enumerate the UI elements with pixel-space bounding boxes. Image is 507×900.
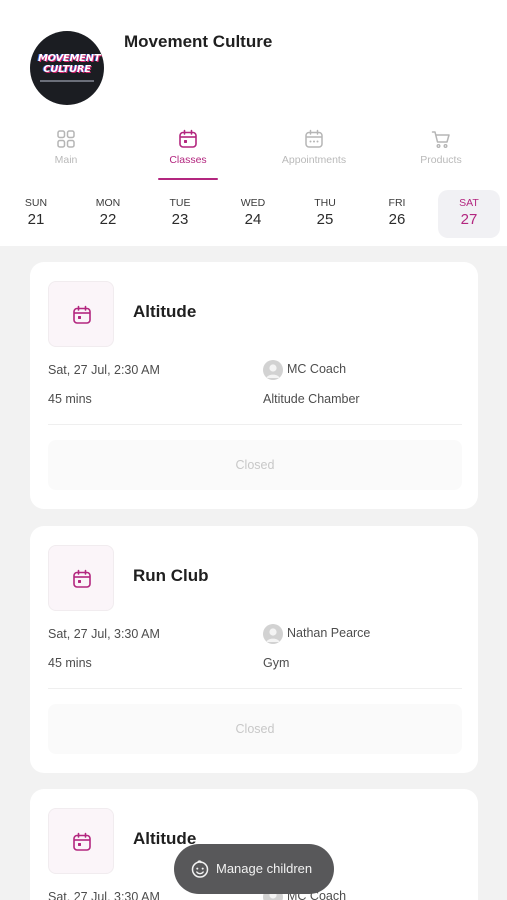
coach-name: Nathan Pearce [287, 626, 371, 640]
tab-main-label: Main [54, 154, 78, 166]
calendar-icon [73, 832, 91, 851]
class-duration: 45 mins [48, 656, 92, 670]
child-face-icon [191, 860, 209, 878]
manage-children-label: Manage children [216, 861, 313, 876]
class-icon-tile [48, 545, 114, 611]
day-mon[interactable]: MON 22 [77, 190, 139, 238]
day-sun[interactable]: SUN 21 [5, 190, 67, 238]
tab-bar: Main Classes Appointments Products [0, 128, 507, 182]
tab-main[interactable]: Main [11, 128, 121, 166]
card-divider [48, 424, 462, 425]
coach-name: MC Coach [287, 362, 347, 376]
calendar-icon [179, 129, 197, 148]
class-icon-tile [48, 281, 114, 347]
class-datetime: Sat, 27 Jul, 3:30 AM [48, 890, 160, 900]
tab-classes[interactable]: Classes [133, 128, 243, 166]
coach-avatar [263, 360, 283, 380]
day-picker: SUN 21 MON 22 TUE 23 WED 24 THU 25 FRI 2… [0, 188, 507, 240]
calendar-icon [73, 305, 91, 324]
tab-products[interactable]: Products [386, 128, 496, 166]
day-tue[interactable]: TUE 23 [149, 190, 211, 238]
gym-name: Movement Culture [124, 32, 273, 51]
logo-wordmark: MOVEMENT CULTURE [38, 53, 101, 75]
manage-children-button[interactable]: Manage children [174, 844, 334, 894]
gym-logo[interactable]: MOVEMENT CULTURE [30, 31, 104, 105]
calendar-icon [73, 569, 91, 588]
coach-avatar [263, 624, 283, 644]
class-title: Run Club [133, 566, 209, 585]
day-thu[interactable]: THU 25 [294, 190, 356, 238]
class-card[interactable]: Run Club Sat, 27 Jul, 3:30 AM 45 mins Na… [30, 526, 478, 773]
class-status-button[interactable]: Closed [48, 704, 462, 754]
class-duration: 45 mins [48, 392, 92, 406]
active-tab-indicator [158, 178, 218, 180]
class-card[interactable]: Altitude Sat, 27 Jul, 2:30 AM 45 mins MC… [30, 262, 478, 509]
class-icon-tile [48, 808, 114, 874]
class-title: Altitude [133, 302, 197, 321]
person-icon [266, 364, 280, 378]
card-divider [48, 688, 462, 689]
cart-icon [431, 131, 450, 149]
header-area: MOVEMENT CULTURE Movement Culture Main C… [0, 0, 507, 246]
day-wed[interactable]: WED 24 [222, 190, 284, 238]
tab-products-label: Products [420, 154, 462, 166]
day-fri[interactable]: FRI 26 [366, 190, 428, 238]
day-sat[interactable]: SAT 27 [438, 190, 500, 238]
calendar-dots-icon [305, 129, 323, 148]
tab-appointments[interactable]: Appointments [259, 128, 369, 166]
tab-classes-label: Classes [169, 154, 207, 166]
tab-appointments-label: Appointments [281, 154, 347, 166]
person-icon [266, 628, 280, 642]
class-status-button[interactable]: Closed [48, 440, 462, 490]
class-datetime: Sat, 27 Jul, 2:30 AM [48, 363, 160, 377]
logo-tagline [40, 80, 94, 82]
grid-icon [57, 130, 75, 148]
class-datetime: Sat, 27 Jul, 3:30 AM [48, 627, 160, 641]
class-location: Altitude Chamber [263, 392, 360, 406]
class-location: Gym [263, 656, 290, 670]
